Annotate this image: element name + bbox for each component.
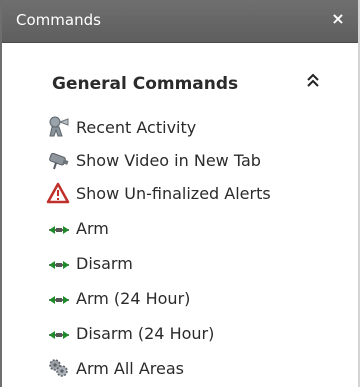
arm-arrows-icon (49, 226, 69, 234)
activity-figure-icon (49, 116, 69, 137)
command-disarm[interactable]: Disarm (46, 250, 336, 278)
command-show-video[interactable]: Show Video in New Tab (46, 147, 336, 175)
general-commands-header[interactable]: General Commands (2, 62, 358, 100)
arm-arrows-icon (49, 261, 69, 269)
camera-icon (49, 152, 69, 170)
command-label: Arm (24 Hour) (76, 289, 191, 308)
command-label: Disarm (24 Hour) (76, 324, 215, 343)
gear-cluster-icon (49, 359, 68, 377)
command-label: Show Video in New Tab (76, 151, 261, 170)
command-label: Show Un-finalized Alerts (76, 184, 271, 203)
arm-arrows-icon (49, 296, 69, 304)
command-label: Disarm (76, 254, 133, 273)
command-label: Arm (76, 219, 109, 238)
close-icon[interactable]: × (328, 9, 348, 29)
command-label: Recent Activity (76, 118, 197, 137)
command-arm[interactable]: Arm (46, 215, 336, 243)
command-recent-activity[interactable]: Recent Activity (46, 114, 336, 142)
command-label: Arm All Areas (76, 359, 184, 378)
command-arm-24-hour[interactable]: Arm (24 Hour) (46, 285, 336, 313)
commands-panel: Commands × General Commands Recent Activ… (0, 0, 360, 387)
command-arm-all-areas[interactable]: Arm All Areas (46, 355, 336, 383)
group-title: General Commands (52, 74, 239, 94)
command-show-alerts[interactable]: Show Un-finalized Alerts (46, 180, 336, 208)
double-chevron-up-icon[interactable] (305, 72, 321, 90)
arm-arrows-icon (49, 331, 69, 339)
alert-triangle-icon (46, 182, 70, 204)
panel-titlebar: Commands × (2, 0, 358, 43)
panel-title: Commands (16, 11, 101, 29)
command-disarm-24-hour[interactable]: Disarm (24 Hour) (46, 320, 336, 348)
